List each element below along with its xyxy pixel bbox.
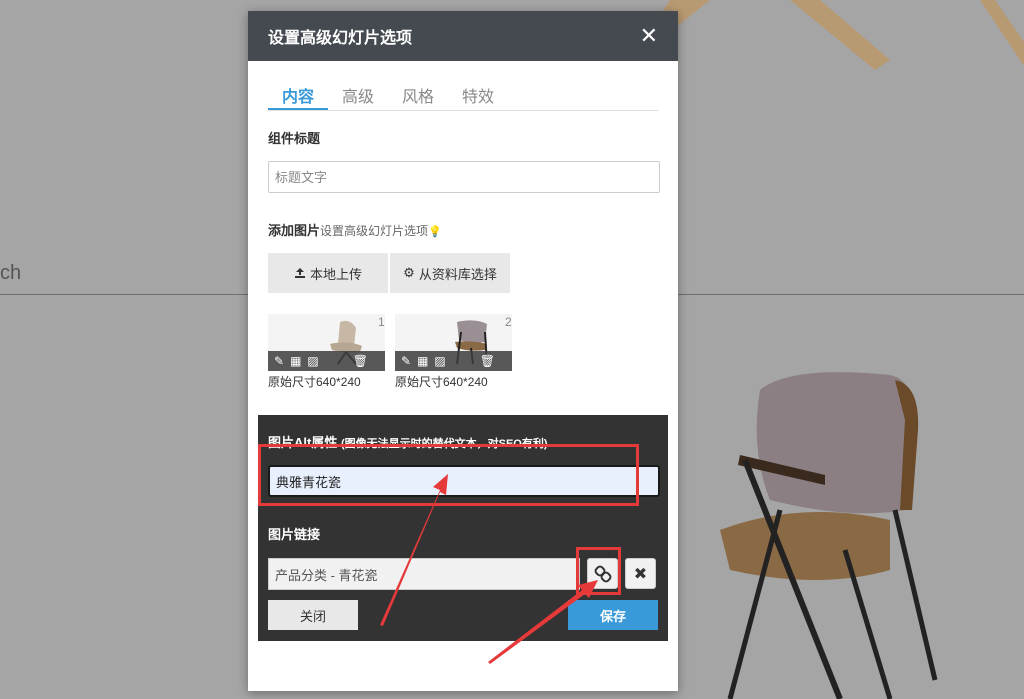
image-icon[interactable]: ▨ (307, 355, 318, 367)
delete-icon[interactable]: 🗑 (353, 355, 368, 367)
lightbulb-icon: 💡 (428, 226, 442, 238)
add-image-hint: 设置高级幻灯片选项 (320, 224, 429, 238)
dialog-title: 设置高级幻灯片选项 (268, 30, 413, 47)
background-chair-top-image (650, 0, 1024, 70)
component-title-label: 组件标题 (268, 131, 321, 146)
save-button[interactable]: 保存 (568, 600, 658, 630)
thumbnail-toolbar: ✎ ▦ ▨ 🗑 (395, 351, 512, 371)
tab-advanced[interactable]: 高级 (328, 81, 388, 110)
image-link-label: 图片链接 (268, 527, 321, 542)
thumbnail-number: 2 (505, 315, 512, 329)
image-icon[interactable]: ▨ (434, 355, 445, 367)
edit-icon[interactable]: ✎ (274, 355, 284, 367)
grid-icon[interactable]: ▦ (417, 355, 428, 367)
remove-icon: ✖ (633, 565, 648, 583)
delete-icon[interactable]: 🗑 (480, 355, 495, 367)
close-icon[interactable]: ✕ (640, 25, 658, 47)
tab-content[interactable]: 内容 (268, 81, 329, 110)
component-title-input[interactable] (268, 161, 660, 193)
thumbnail-number: 1 (378, 315, 385, 329)
thumbnail-toolbar: ✎ ▦ ▨ 🗑 (268, 351, 385, 371)
local-upload-label: 本地上传 (309, 266, 362, 282)
thumbnail-caption: 原始尺寸640*240 (395, 375, 488, 389)
add-image-section: 添加图片设置高级幻灯片选项💡 (268, 220, 442, 239)
background-text-fragment: ch (0, 262, 22, 284)
upload-icon (294, 268, 305, 278)
image-link-input[interactable] (268, 558, 580, 590)
edit-icon[interactable]: ✎ (401, 355, 411, 367)
thumbnail-caption: 原始尺寸640*240 (268, 375, 361, 389)
local-upload-button[interactable]: 本地上传 (268, 253, 388, 293)
background-chair-image (720, 372, 938, 699)
add-image-label: 添加图片 (268, 223, 321, 238)
image-thumbnail-2[interactable]: ✎ ▦ ▨ 🗑 (395, 314, 512, 371)
clear-link-button[interactable]: ✖ (625, 558, 656, 589)
library-select-label: 从资料库选择 (418, 266, 497, 282)
tab-bar: 内容 高级 风格 特效 (268, 81, 658, 111)
dialog-header: 设置高级幻灯片选项 ✕ (248, 11, 678, 61)
tab-effects[interactable]: 特效 (448, 81, 508, 110)
gear-icon: ⚙ (403, 265, 415, 280)
library-select-button[interactable]: ⚙ 从资料库选择 (390, 253, 510, 293)
tab-style[interactable]: 风格 (388, 81, 448, 110)
annotation-highlight-alt (258, 444, 639, 506)
close-button[interactable]: 关闭 (268, 600, 358, 630)
annotation-highlight-link (576, 547, 621, 595)
image-thumbnail-1[interactable]: ✎ ▦ ▨ 🗑 (268, 314, 385, 371)
grid-icon[interactable]: ▦ (290, 355, 301, 367)
